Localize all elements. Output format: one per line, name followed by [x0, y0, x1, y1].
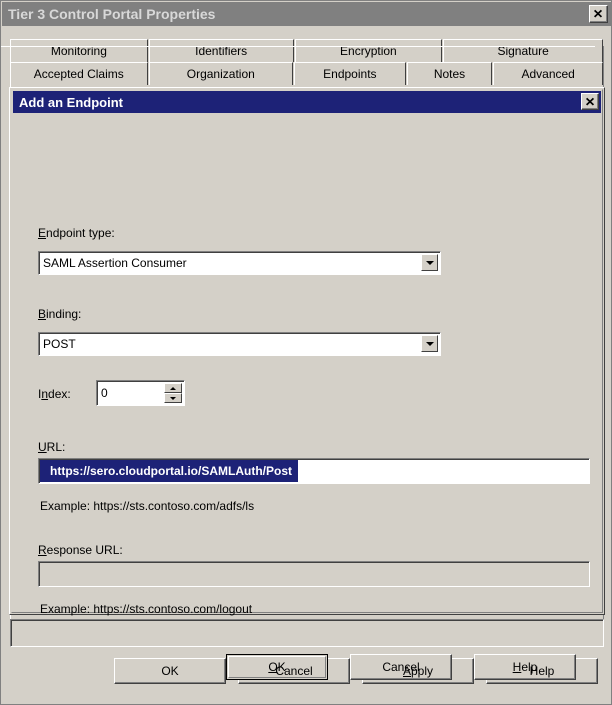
tab-label: Notes: [433, 67, 466, 81]
dialog-titlebar: Add an Endpoint ✕: [13, 91, 601, 113]
tab-encryption[interactable]: Encryption: [294, 39, 443, 62]
window-titlebar: Tier 3 Control Portal Properties ✕: [2, 2, 612, 26]
tab-monitoring[interactable]: Monitoring: [10, 39, 148, 62]
index-stepper[interactable]: 0: [96, 380, 185, 406]
tab-label: Endpoints: [323, 67, 377, 81]
arrow-glyph: [425, 260, 434, 265]
dialog-help-button[interactable]: Help: [474, 654, 576, 680]
response-url-example: Example: https://sts.contoso.com/logout: [40, 602, 253, 616]
tab-label: Accepted Claims: [33, 67, 124, 81]
window-title: Tier 3 Control Portal Properties: [8, 6, 216, 22]
button-label: Cancel: [382, 660, 420, 674]
tab-advanced[interactable]: Advanced: [493, 62, 603, 85]
endpoint-type-label: Endpoint type:: [38, 226, 115, 240]
arrow-glyph: [170, 386, 176, 390]
url-label: URL:: [38, 440, 66, 454]
response-url-label: Response URL:: [38, 543, 123, 557]
tab-signature[interactable]: Signature: [443, 39, 603, 62]
add-endpoint-dialog: Add an Endpoint ✕ Endpoint type: SAML As…: [9, 87, 605, 680]
relying-party-properties-window: Tier 3 Control Portal Properties ✕ Monit…: [0, 0, 612, 705]
button-label: OK: [161, 664, 179, 678]
tab-page-footer-panel: [10, 619, 604, 647]
url-example: Example: https://sts.contoso.com/adfs/ls: [40, 499, 255, 513]
tab-row-top: Monitoring Identifiers Encryption Signat…: [10, 39, 604, 62]
tab-identifiers[interactable]: Identifiers: [148, 39, 294, 62]
arrow-glyph: [170, 396, 176, 400]
close-icon[interactable]: ✕: [581, 93, 599, 110]
response-url-input[interactable]: [38, 561, 590, 587]
binding-value: POST: [43, 337, 76, 351]
index-spin-buttons: [164, 383, 182, 403]
close-glyph: ✕: [584, 94, 596, 109]
close-icon[interactable]: ✕: [589, 5, 608, 23]
button-label: OK: [268, 660, 286, 674]
tab-underline: [1, 46, 595, 47]
tab-organization[interactable]: Organization: [148, 62, 294, 85]
url-value: https://sero.cloudportal.io/SAMLAuth/Pos…: [40, 460, 298, 482]
tab-accepted-claims[interactable]: Accepted Claims: [10, 62, 148, 85]
tab-notes[interactable]: Notes: [406, 62, 493, 85]
binding-select[interactable]: POST: [38, 332, 441, 356]
endpoint-type-value: SAML Assertion Consumer: [43, 256, 187, 270]
spinner-up-icon[interactable]: [164, 383, 182, 393]
tab-row-bottom: Accepted Claims Organization Endpoints N…: [10, 62, 604, 85]
index-value: 0: [101, 386, 108, 400]
endpoint-type-select[interactable]: SAML Assertion Consumer: [38, 251, 441, 275]
spinner-down-icon[interactable]: [164, 393, 182, 403]
arrow-glyph: [425, 341, 434, 346]
dialog-title: Add an Endpoint: [19, 94, 123, 110]
dialog-cancel-button[interactable]: Cancel: [350, 654, 452, 680]
close-glyph: ✕: [593, 7, 604, 21]
bevel: [39, 562, 589, 586]
bevel: [11, 620, 603, 646]
chevron-down-icon[interactable]: [421, 335, 438, 352]
ok-button[interactable]: OK: [114, 658, 226, 684]
index-label: Index:: [38, 387, 71, 401]
chevron-down-icon[interactable]: [421, 254, 438, 271]
button-label: Help: [512, 660, 538, 674]
url-input[interactable]: https://sero.cloudportal.io/SAMLAuth/Pos…: [38, 458, 590, 484]
tab-label: Advanced: [521, 67, 575, 81]
tab-label: Organization: [186, 67, 255, 81]
binding-label: Binding:: [38, 307, 82, 321]
tab-endpoints[interactable]: Endpoints: [294, 62, 406, 85]
